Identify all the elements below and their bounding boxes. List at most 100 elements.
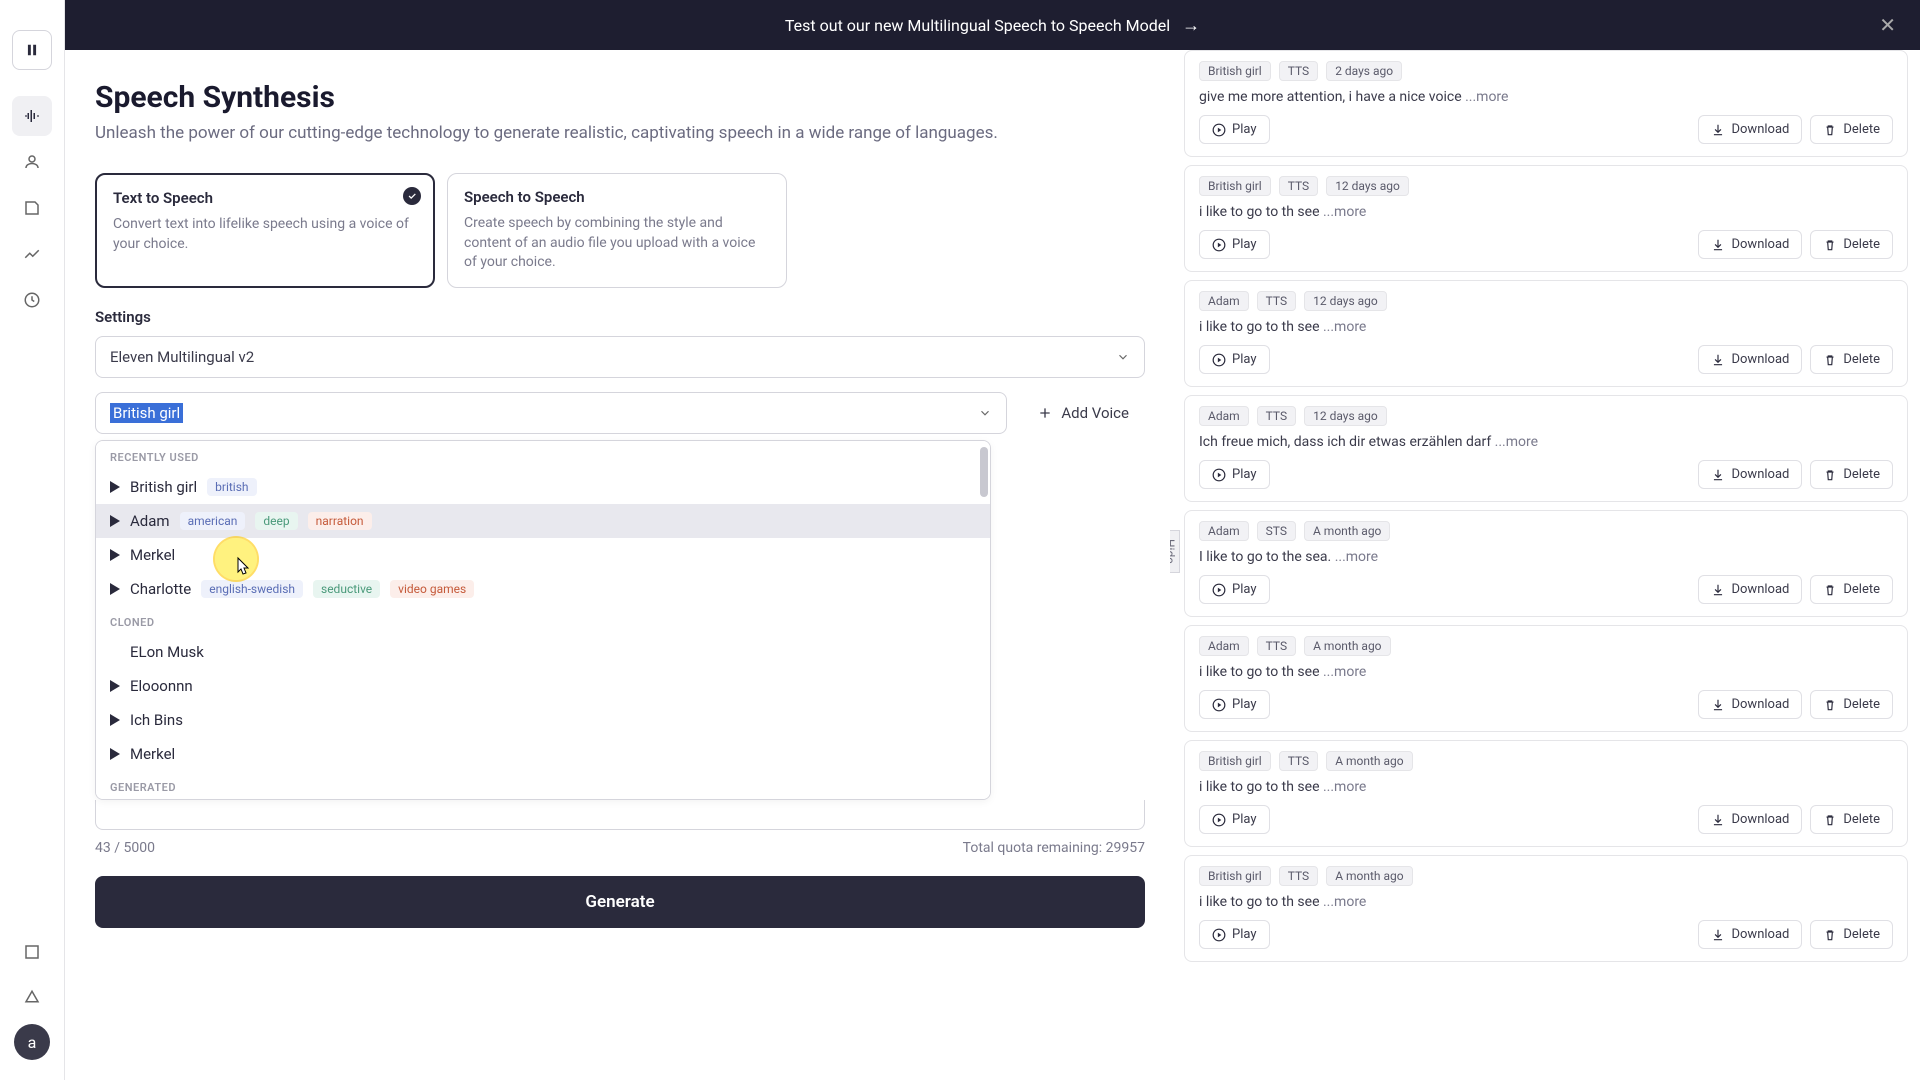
voice-option[interactable]: Merkel [96, 538, 990, 572]
history-tag: Adam [1199, 291, 1249, 311]
mode-title: Speech to Speech [464, 188, 770, 206]
download-button[interactable]: Download [1698, 345, 1802, 374]
download-button[interactable]: Download [1698, 690, 1802, 719]
voice-option[interactable]: Ich Bins [96, 703, 990, 737]
plus-icon [1037, 405, 1053, 421]
more-link[interactable]: ...more [1495, 434, 1538, 450]
more-link[interactable]: ...more [1323, 319, 1366, 335]
play-button[interactable]: Play [1199, 115, 1270, 144]
nav-resources-icon[interactable] [12, 932, 52, 972]
more-link[interactable]: ...more [1323, 779, 1366, 795]
download-button[interactable]: Download [1698, 575, 1802, 604]
mode-desc: Create speech by combining the style and… [464, 214, 770, 273]
more-link[interactable]: ...more [1323, 894, 1366, 910]
close-icon[interactable]: ✕ [1879, 13, 1896, 37]
download-button[interactable]: Download [1698, 920, 1802, 949]
play-button[interactable]: Play [1199, 230, 1270, 259]
history-text: i like to go to th see ...more [1199, 664, 1893, 680]
nav-voices-icon[interactable] [12, 142, 52, 182]
voice-select[interactable]: British girl [95, 392, 1007, 434]
main-content: Speech Synthesis Unleash the power of ou… [65, 50, 1170, 1080]
pause-icon[interactable] [12, 30, 52, 70]
voice-name: Adam [130, 512, 170, 530]
mode-card-sts[interactable]: Speech to Speech Create speech by combin… [447, 173, 787, 288]
voice-tag: american [180, 512, 246, 530]
voice-name: Charlotte [130, 580, 191, 598]
play-icon[interactable] [110, 748, 120, 760]
more-link[interactable]: ...more [1335, 549, 1378, 565]
voice-option[interactable]: British girlbritish [96, 470, 990, 504]
voice-tag: narration [308, 512, 372, 530]
voice-name: Merkel [130, 745, 175, 763]
mode-title: Text to Speech [113, 189, 417, 207]
download-button[interactable]: Download [1698, 460, 1802, 489]
more-link[interactable]: ...more [1323, 204, 1366, 220]
voice-tag: british [207, 478, 256, 496]
voice-option[interactable]: Adamamericandeepnarration [96, 504, 990, 538]
delete-button[interactable]: Delete [1810, 345, 1893, 374]
history-text: Ich freue mich, dass ich dir etwas erzäh… [1199, 434, 1893, 450]
history-tag: 12 days ago [1326, 176, 1409, 196]
history-tag: A month ago [1326, 751, 1412, 771]
model-select[interactable]: Eleven Multilingual v2 [95, 336, 1145, 378]
history-tag: TTS [1257, 636, 1296, 656]
nav-usage-icon[interactable] [12, 280, 52, 320]
play-button[interactable]: Play [1199, 460, 1270, 489]
mode-card-tts[interactable]: Text to Speech Convert text into lifelik… [95, 173, 435, 288]
play-icon[interactable] [110, 481, 120, 493]
history-text: i like to go to th see ...more [1199, 319, 1893, 335]
history-card: British girlTTSA month agoi like to go t… [1184, 855, 1908, 962]
announcement-banner: Test out our new Multilingual Speech to … [65, 0, 1920, 50]
model-value: Eleven Multilingual v2 [110, 348, 254, 366]
play-button[interactable]: Play [1199, 345, 1270, 374]
download-button[interactable]: Download [1698, 115, 1802, 144]
voice-option[interactable]: Merkel [96, 737, 990, 771]
history-tag: STS [1257, 521, 1296, 541]
history-column: Hide British girlTTS2 days agogive me mo… [1170, 50, 1920, 1080]
delete-button[interactable]: Delete [1810, 460, 1893, 489]
banner-text: Test out our new Multilingual Speech to … [785, 16, 1170, 35]
download-button[interactable]: Download [1698, 230, 1802, 259]
history-tag: A month ago [1304, 521, 1390, 541]
add-voice-button[interactable]: Add Voice [1021, 392, 1145, 434]
play-icon[interactable] [110, 549, 120, 561]
voice-option[interactable]: Elooonnn [96, 669, 990, 703]
play-icon[interactable] [110, 583, 120, 595]
delete-button[interactable]: Delete [1810, 805, 1893, 834]
delete-button[interactable]: Delete [1810, 920, 1893, 949]
play-button[interactable]: Play [1199, 920, 1270, 949]
hide-button[interactable]: Hide [1170, 530, 1180, 573]
voice-selected-value: British girl [110, 403, 183, 423]
play-icon[interactable] [110, 515, 120, 527]
voice-name: Ich Bins [130, 711, 183, 729]
delete-button[interactable]: Delete [1810, 690, 1893, 719]
textarea-bottom[interactable] [95, 800, 1145, 830]
voice-option[interactable]: Charlotteenglish-swedishseductivevideo g… [96, 572, 990, 606]
delete-button[interactable]: Delete [1810, 575, 1893, 604]
more-link[interactable]: ...more [1323, 664, 1366, 680]
history-card: British girlTTSA month agoi like to go t… [1184, 740, 1908, 847]
more-link[interactable]: ...more [1465, 89, 1508, 105]
download-button[interactable]: Download [1698, 805, 1802, 834]
voice-name: Elooonnn [130, 677, 193, 695]
voice-option[interactable]: ELon Musk [96, 635, 990, 669]
history-tag: British girl [1199, 751, 1271, 771]
avatar[interactable]: a [14, 1024, 50, 1060]
play-button[interactable]: Play [1199, 575, 1270, 604]
delete-button[interactable]: Delete [1810, 115, 1893, 144]
delete-button[interactable]: Delete [1810, 230, 1893, 259]
nav-dubbing-icon[interactable] [12, 234, 52, 274]
play-button[interactable]: Play [1199, 805, 1270, 834]
play-icon[interactable] [110, 714, 120, 726]
voice-tag: seductive [313, 580, 380, 598]
sidebar: a [0, 0, 65, 1080]
history-card: AdamTTS12 days agoi like to go to th see… [1184, 280, 1908, 387]
nav-synthesis-icon[interactable] [12, 96, 52, 136]
generate-button[interactable]: Generate [95, 876, 1145, 928]
play-icon[interactable] [110, 680, 120, 692]
arrow-right-icon[interactable]: → [1182, 15, 1200, 36]
nav-projects-icon[interactable] [12, 188, 52, 228]
play-button[interactable]: Play [1199, 690, 1270, 719]
nav-notifications-icon[interactable] [12, 978, 52, 1018]
dropdown-scrollbar[interactable] [980, 447, 988, 497]
